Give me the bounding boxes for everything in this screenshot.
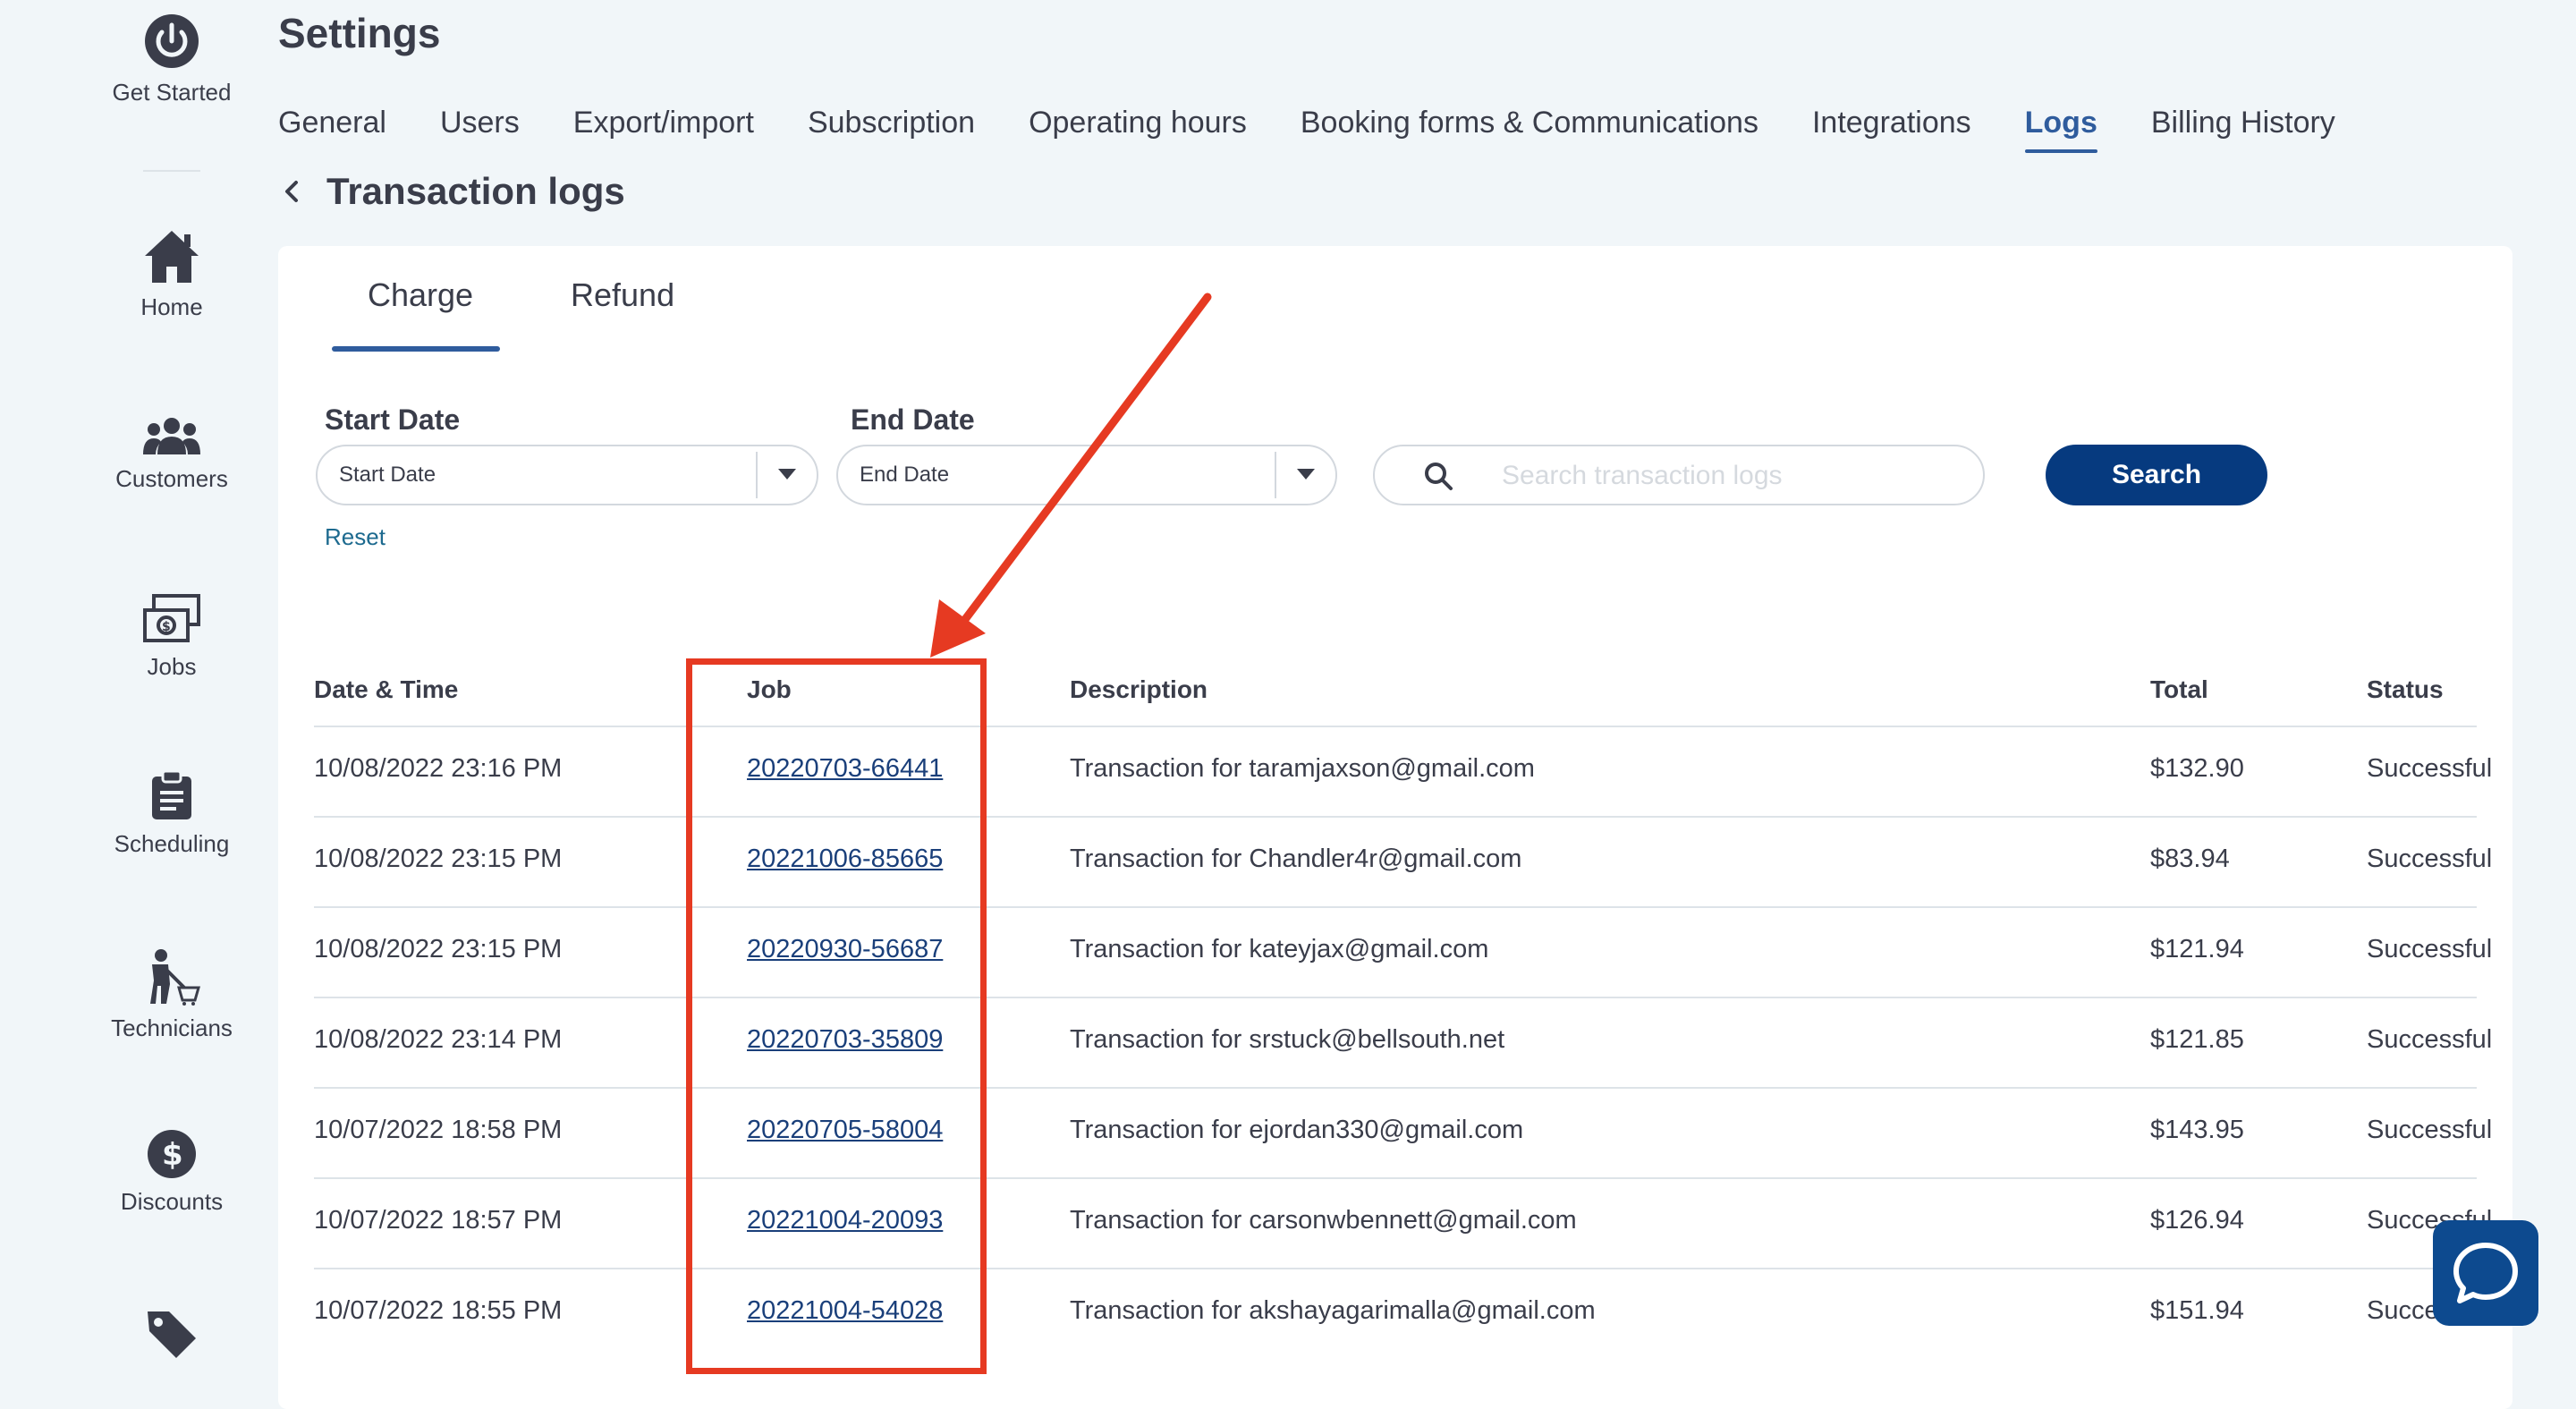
table-row: 10/08/2022 23:15 PM 20221006-85665 Trans… <box>314 816 2492 908</box>
cell-total: $121.85 <box>2150 1025 2244 1054</box>
table-row: 10/08/2022 23:15 PM 20220930-56687 Trans… <box>314 906 2492 998</box>
col-header-datetime[interactable]: Date & Time <box>314 675 458 704</box>
tab-subscription[interactable]: Subscription <box>808 106 975 153</box>
cell-datetime: 10/08/2022 23:15 PM <box>314 845 563 873</box>
search-button[interactable]: Search <box>2046 445 2267 505</box>
col-header-total[interactable]: Total <box>2150 675 2208 704</box>
sidebar-divider <box>143 170 200 172</box>
subpage-title: Transaction logs <box>326 170 625 212</box>
cell-total: $151.94 <box>2150 1296 2244 1325</box>
home-icon <box>145 231 199 283</box>
transaction-logs-card: Charge Refund Start Date Start Date End … <box>278 246 2512 1409</box>
cell-status: Successful <box>2367 1116 2493 1144</box>
cell-description: Transaction for Chandler4r@gmail.com <box>1070 845 1522 873</box>
tab-export-import[interactable]: Export/import <box>573 106 754 153</box>
table-row: 10/07/2022 18:55 PM 20221004-54028 Trans… <box>314 1268 2492 1360</box>
col-header-status[interactable]: Status <box>2367 675 2444 704</box>
cell-status: Successful <box>2367 845 2493 873</box>
cell-total: $132.90 <box>2150 754 2244 783</box>
end-date-select[interactable]: End Date <box>836 445 1337 505</box>
chat-bubble-icon <box>2453 1243 2518 1303</box>
svg-text:$: $ <box>162 1137 183 1173</box>
search-icon <box>1425 463 1453 490</box>
cell-datetime: 10/08/2022 23:14 PM <box>314 1025 563 1054</box>
tab-billing-history[interactable]: Billing History <box>2151 106 2335 153</box>
tab-booking-forms[interactable]: Booking forms & Communications <box>1301 106 1758 153</box>
technician-icon <box>150 949 200 1006</box>
power-icon <box>145 14 199 68</box>
cell-description: Transaction for akshayagarimalla@gmail.c… <box>1070 1296 1596 1325</box>
table-row: 10/07/2022 18:57 PM 20221004-20093 Trans… <box>314 1177 2492 1269</box>
dollar-icon: $ <box>148 1130 196 1178</box>
customers-icon <box>143 418 200 454</box>
subtab-refund[interactable]: Refund <box>571 276 674 314</box>
cell-description: Transaction for taramjaxson@gmail.com <box>1070 754 1535 783</box>
cell-status: Successful <box>2367 935 2493 963</box>
jobs-icon: $ <box>143 594 200 642</box>
end-date-label: End Date <box>851 403 975 436</box>
cell-status: Successful <box>2367 754 2493 783</box>
select-divider <box>1275 452 1276 498</box>
cell-description: Transaction for kateyjax@gmail.com <box>1070 935 1489 963</box>
sidebar-label-get-started: Get Started <box>112 79 232 106</box>
cell-status: Successful <box>2367 1025 2493 1054</box>
clipboard-icon <box>152 771 191 819</box>
chevron-down-icon[interactable] <box>1296 468 1316 480</box>
start-date-select[interactable]: Start Date <box>316 445 818 505</box>
chevron-down-icon[interactable] <box>777 468 797 480</box>
svg-text:$: $ <box>162 620 171 634</box>
cell-datetime: 10/07/2022 18:55 PM <box>314 1296 563 1325</box>
table-row: 10/08/2022 23:16 PM 20220703-66441 Trans… <box>314 726 2492 818</box>
cell-datetime: 10/07/2022 18:57 PM <box>314 1206 563 1235</box>
table-row: 10/08/2022 23:14 PM 20220703-35809 Trans… <box>314 997 2492 1089</box>
subtab-active-indicator <box>332 346 500 352</box>
cell-total: $143.95 <box>2150 1116 2244 1144</box>
start-date-value: Start Date <box>339 463 436 487</box>
subtab-charge[interactable]: Charge <box>368 276 473 314</box>
settings-tabs: General Users Export/import Subscription… <box>278 106 2389 153</box>
col-header-description[interactable]: Description <box>1070 675 1208 704</box>
search-input[interactable] <box>1500 455 1951 497</box>
chevron-left-icon[interactable] <box>278 174 305 209</box>
tab-general[interactable]: General <box>278 106 386 153</box>
cell-total: $83.94 <box>2150 845 2230 873</box>
tab-operating-hours[interactable]: Operating hours <box>1029 106 1247 153</box>
start-date-label: Start Date <box>325 403 461 436</box>
select-divider <box>756 452 758 498</box>
annotation-highlight-box <box>686 658 987 1374</box>
subpage-header: Transaction logs <box>278 170 625 213</box>
cell-datetime: 10/07/2022 18:58 PM <box>314 1116 563 1144</box>
cell-datetime: 10/08/2022 23:15 PM <box>314 935 563 963</box>
cell-description: Transaction for srstuck@bellsouth.net <box>1070 1025 1505 1054</box>
tab-users[interactable]: Users <box>440 106 520 153</box>
cell-description: Transaction for ejordan330@gmail.com <box>1070 1116 1524 1144</box>
tag-icon <box>148 1311 196 1358</box>
table-row: 10/07/2022 18:58 PM 20220705-58004 Trans… <box>314 1087 2492 1179</box>
cell-total: $121.94 <box>2150 935 2244 963</box>
cell-description: Transaction for carsonwbennett@gmail.com <box>1070 1206 1577 1235</box>
chat-button[interactable] <box>2433 1220 2538 1326</box>
cell-datetime: 10/08/2022 23:16 PM <box>314 754 563 783</box>
search-box <box>1373 445 1985 505</box>
tab-integrations[interactable]: Integrations <box>1812 106 1971 153</box>
tab-logs[interactable]: Logs <box>2024 106 2098 153</box>
reset-link[interactable]: Reset <box>325 523 386 551</box>
end-date-value: End Date <box>860 463 950 487</box>
page-title: Settings <box>278 10 441 56</box>
cell-total: $126.94 <box>2150 1206 2244 1235</box>
